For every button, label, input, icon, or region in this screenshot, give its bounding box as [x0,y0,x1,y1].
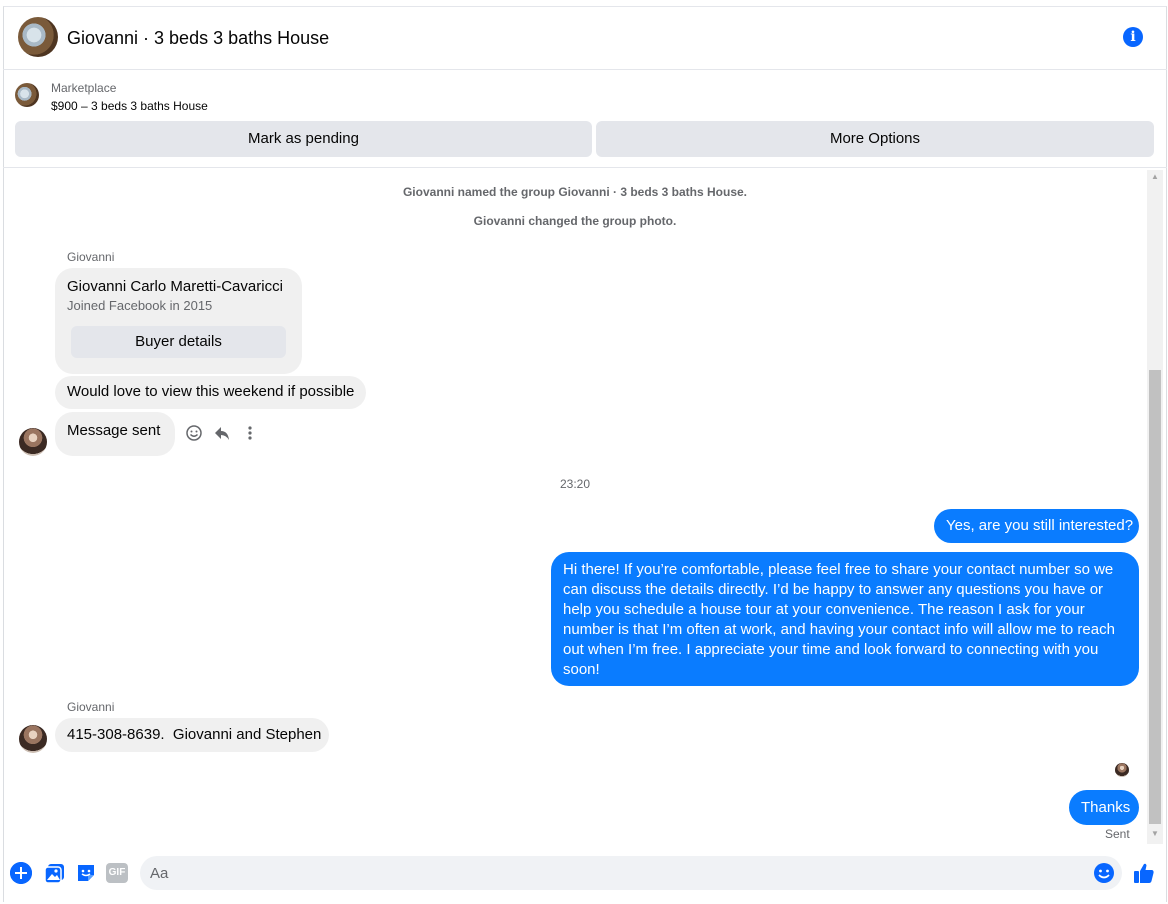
message-bubble[interactable]: 415-308-8639. Giovanni and Stephen [55,718,329,752]
system-message: Giovanni named the group Giovanni · 3 be… [402,185,748,199]
message-status: Sent [1105,827,1130,841]
scroll-down-arrow[interactable]: ▼ [1150,829,1160,839]
marketplace-listing: Marketplace $900 – 3 beds 3 baths House … [3,70,1167,168]
message-bubble[interactable]: Message sent [55,412,175,456]
message-bubble-outgoing[interactable]: Yes, are you still interested? [934,509,1139,543]
buyer-name: Giovanni Carlo Maretti-Cavaricci [67,278,283,295]
sender-avatar[interactable] [19,725,47,753]
message-bubble-outgoing[interactable]: Thanks [1069,790,1139,825]
sender-name: Giovanni [67,700,115,714]
sender-avatar[interactable] [19,428,47,456]
emoji-icon[interactable] [1093,862,1115,884]
mark-as-pending-button[interactable]: Mark as pending [15,121,592,157]
reply-icon[interactable] [213,424,231,442]
sender-name: Giovanni [67,250,115,264]
photo-icon[interactable] [44,862,66,884]
seen-avatar [1115,763,1129,777]
chat-title[interactable]: Giovanni · 3 beds 3 baths House [67,28,329,49]
group-avatar[interactable] [18,17,58,57]
marketplace-label: Marketplace [51,81,117,95]
buyer-profile-card: Giovanni Carlo Maretti-Cavaricci Joined … [55,268,302,374]
react-icon[interactable] [185,424,203,442]
message-bubble[interactable]: Would love to view this weekend if possi… [55,376,367,409]
more-icon[interactable] [241,424,259,442]
message-bubble-outgoing[interactable]: Hi there! If you’re comfortable, please … [551,552,1139,686]
gif-icon[interactable]: GIF [106,863,128,883]
buyer-joined: Joined Facebook in 2015 [67,298,213,313]
plus-icon[interactable] [10,862,32,884]
info-icon[interactable]: i [1123,27,1143,47]
more-options-button[interactable]: More Options [596,121,1154,157]
system-message: Giovanni changed the group photo. [473,214,677,228]
like-icon[interactable] [1132,861,1156,885]
scroll-up-arrow[interactable]: ▲ [1150,172,1160,182]
scrollbar-thumb[interactable] [1149,370,1161,824]
listing-title[interactable]: $900 – 3 beds 3 baths House [51,99,208,113]
buyer-details-button[interactable]: Buyer details [71,326,286,358]
chat-header: Giovanni · 3 beds 3 baths House i [3,6,1167,70]
listing-thumbnail[interactable] [15,83,39,107]
message-timestamp: 23:20 [559,477,591,491]
message-input[interactable] [140,856,1122,890]
sticker-icon[interactable] [75,862,97,884]
